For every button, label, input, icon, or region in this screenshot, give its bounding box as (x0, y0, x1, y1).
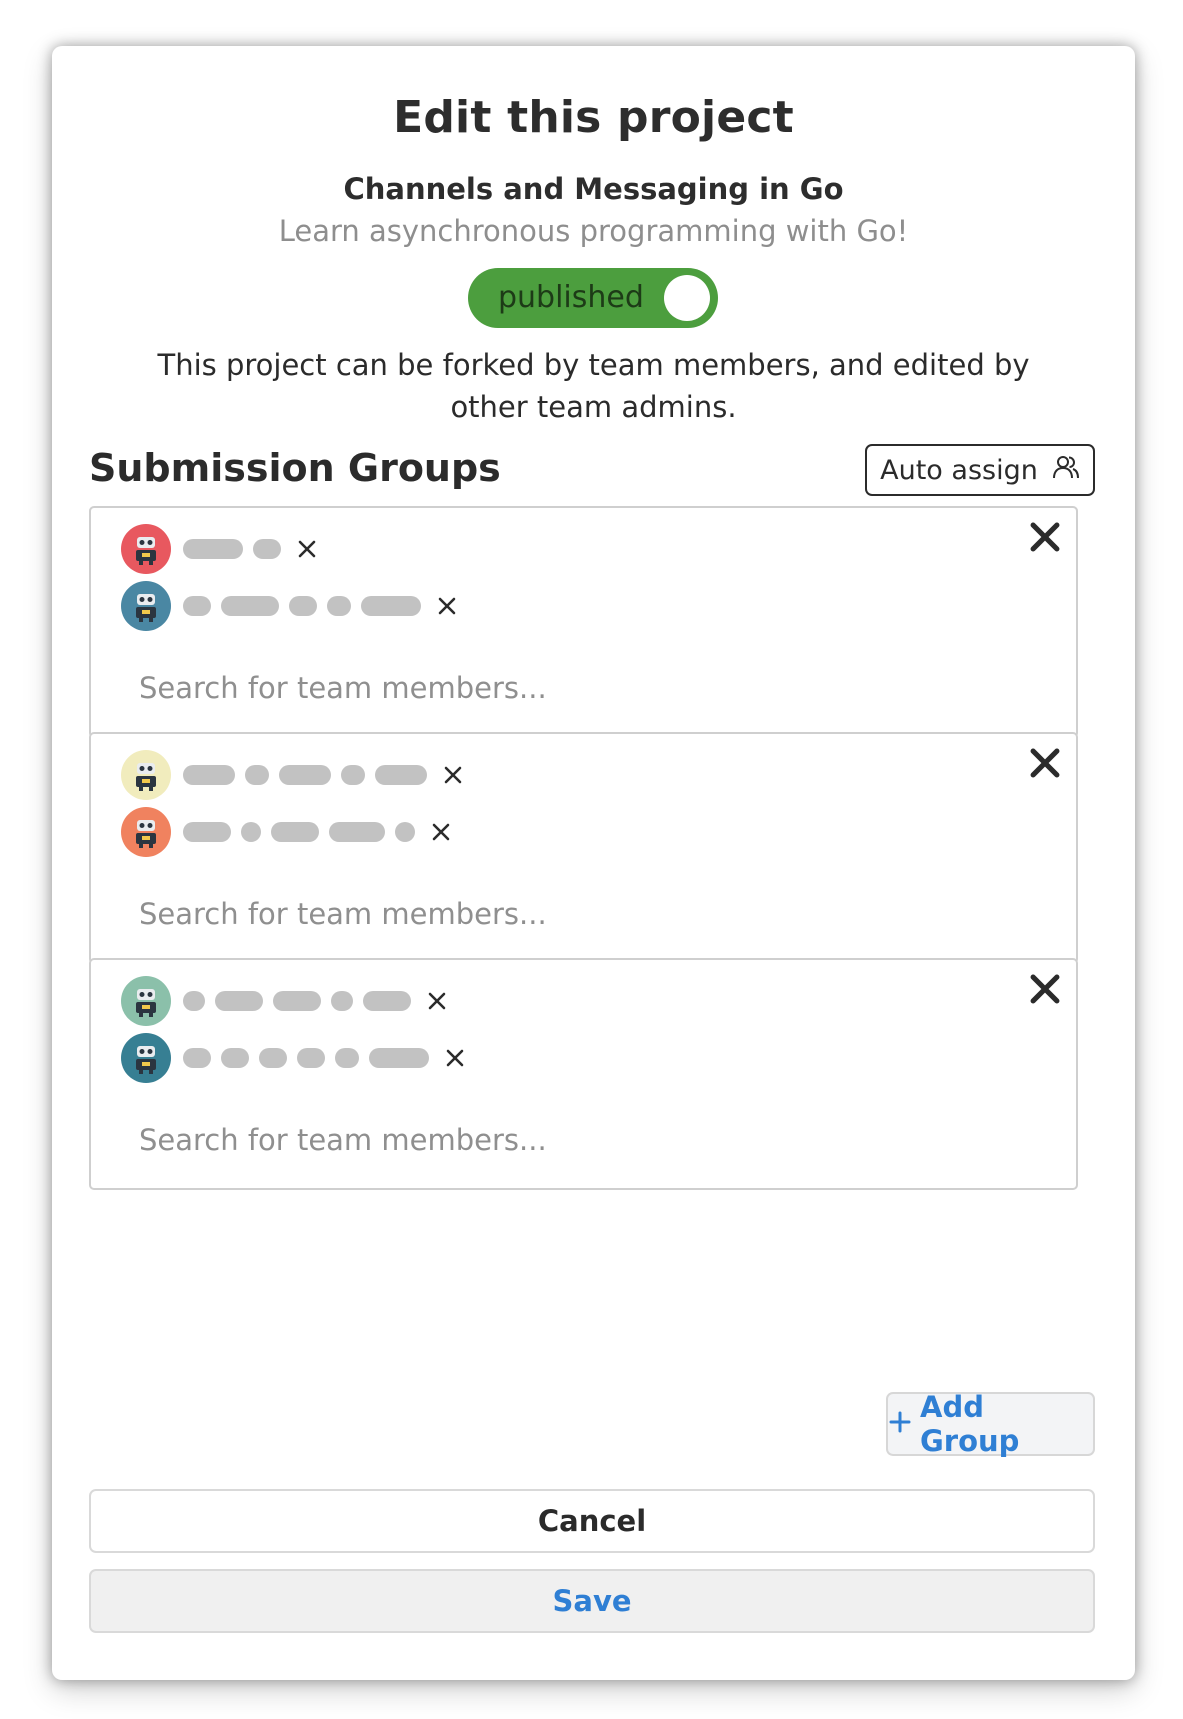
remove-member-close-icon[interactable] (431, 822, 451, 842)
redacted-name-segment (221, 1048, 249, 1068)
remove-member-close-icon[interactable] (297, 539, 317, 559)
redacted-member-name (183, 1048, 429, 1068)
redacted-name-segment (271, 822, 319, 842)
group-member (121, 807, 451, 857)
project-name: Channels and Messaging in Go (343, 172, 844, 206)
remove-member-close-icon[interactable] (437, 596, 457, 616)
team-member-search-input[interactable] (139, 1120, 939, 1160)
redacted-name-segment (215, 991, 263, 1011)
project-description: Learn asynchronous programming with Go! (278, 214, 909, 248)
redacted-member-name (183, 822, 415, 842)
modal-title: Edit this project (393, 92, 794, 143)
plus-icon (888, 1407, 912, 1441)
avatar (121, 976, 171, 1026)
redacted-name-segment (279, 765, 331, 785)
add-group-label: Add Group (920, 1390, 1020, 1458)
published-toggle-label: published (498, 280, 644, 315)
remove-group-close-icon[interactable] (1028, 520, 1062, 554)
team-member-search-input[interactable] (139, 668, 939, 708)
redacted-name-segment (327, 596, 351, 616)
redacted-name-segment (297, 1048, 325, 1068)
redacted-name-segment (289, 596, 317, 616)
redacted-name-segment (183, 596, 211, 616)
fork-permission-note: This project can be forked by team membe… (157, 348, 1030, 424)
team-member-search-input[interactable] (139, 894, 939, 934)
redacted-name-segment (259, 1048, 287, 1068)
redacted-member-name (183, 765, 427, 785)
remove-member-close-icon[interactable] (427, 991, 447, 1011)
submission-groups-heading: Submission Groups (89, 446, 501, 490)
edit-project-modal: Edit this project Channels and Messaging… (52, 46, 1135, 1680)
redacted-name-segment (273, 991, 321, 1011)
remove-member-close-icon[interactable] (445, 1048, 465, 1068)
redacted-member-name (183, 539, 281, 559)
avatar (121, 581, 171, 631)
auto-assign-button[interactable]: Auto assign (865, 444, 1095, 496)
redacted-member-name (183, 991, 411, 1011)
avatar (121, 750, 171, 800)
remove-group-close-icon[interactable] (1028, 972, 1062, 1006)
redacted-name-segment (375, 765, 427, 785)
redacted-name-segment (369, 1048, 429, 1068)
group-member (121, 976, 447, 1026)
group-member (121, 524, 317, 574)
redacted-name-segment (341, 765, 365, 785)
redacted-name-segment (183, 539, 243, 559)
redacted-name-segment (335, 1048, 359, 1068)
avatar (121, 1033, 171, 1083)
redacted-name-segment (361, 596, 421, 616)
auto-assign-label: Auto assign (880, 454, 1038, 486)
redacted-name-segment (331, 991, 353, 1011)
avatar (121, 524, 171, 574)
redacted-name-segment (245, 765, 269, 785)
redacted-name-segment (221, 596, 279, 616)
redacted-name-segment (253, 539, 281, 559)
group-member (121, 750, 463, 800)
add-group-button[interactable]: Add Group (886, 1390, 1095, 1458)
remove-group-close-icon[interactable] (1028, 746, 1062, 780)
remove-member-close-icon[interactable] (443, 765, 463, 785)
submission-group (89, 506, 1078, 738)
redacted-name-segment (329, 822, 385, 842)
redacted-name-segment (241, 822, 261, 842)
submission-group (89, 958, 1078, 1190)
redacted-name-segment (363, 991, 411, 1011)
toggle-knob (664, 275, 710, 321)
redacted-member-name (183, 596, 421, 616)
save-button[interactable]: Save (89, 1569, 1095, 1633)
redacted-name-segment (183, 765, 235, 785)
redacted-name-segment (183, 822, 231, 842)
submission-group (89, 732, 1078, 964)
redacted-name-segment (183, 991, 205, 1011)
published-toggle[interactable]: published (468, 268, 718, 328)
avatar (121, 807, 171, 857)
users-icon (1052, 454, 1080, 487)
redacted-name-segment (183, 1048, 211, 1068)
group-member (121, 1033, 465, 1083)
redacted-name-segment (395, 822, 415, 842)
cancel-button[interactable]: Cancel (89, 1489, 1095, 1553)
group-member (121, 581, 457, 631)
